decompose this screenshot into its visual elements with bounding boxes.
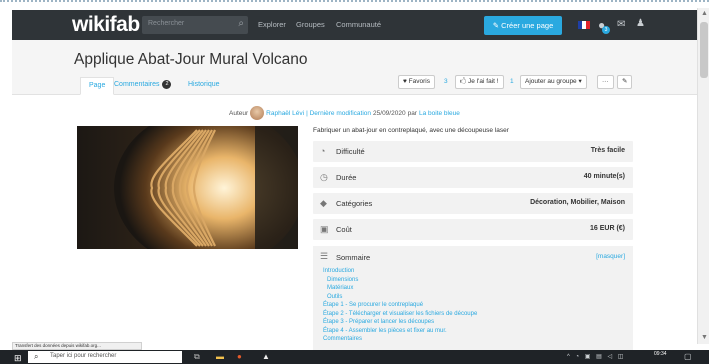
- create-page-button[interactable]: ✎ Créer une page: [484, 16, 562, 35]
- author-prefix: Auteur: [229, 109, 249, 117]
- nav-communaute[interactable]: Communauté: [336, 20, 381, 29]
- taskbar-search-icon: ⌕: [34, 352, 39, 361]
- windows-start-icon[interactable]: ⊞: [14, 353, 22, 364]
- duration-row: ◷ Durée 40 minute(s): [313, 167, 633, 188]
- description-text: Fabriquer un abat-jour en contreplaqué, …: [313, 127, 509, 134]
- scrollbar-thumb[interactable]: [700, 22, 708, 78]
- toc-list: Introduction Dimensions Matériaux Outils…: [323, 267, 477, 344]
- categories-label: Catégories: [336, 199, 373, 208]
- difficulty-label: Difficulté: [336, 147, 365, 156]
- cost-row: ▣ Coût 16 EUR (€): [313, 219, 633, 240]
- toc-item[interactable]: Introduction: [323, 267, 477, 276]
- window-top-border: [0, 0, 709, 8]
- cost-label: Coût: [336, 225, 352, 234]
- user-icon[interactable]: ♟: [636, 18, 645, 29]
- nav-groupes[interactable]: Groupes: [296, 20, 325, 29]
- notification-icon[interactable]: ● 3: [598, 18, 610, 34]
- duration-value: 40 minute(s): [583, 173, 625, 180]
- mail-icon[interactable]: ✉: [617, 19, 625, 30]
- page-title: Applique Abat-Jour Mural Volcano: [74, 51, 308, 68]
- tag-icon: ◆: [320, 198, 327, 208]
- search-input[interactable]: Rechercher ⌕: [142, 16, 248, 34]
- firefox-icon[interactable]: ●: [237, 352, 242, 362]
- scroll-up-icon[interactable]: ▲: [701, 10, 708, 18]
- tab-comments-label: Commentaires: [114, 81, 160, 88]
- cost-value: 16 EUR (€): [589, 225, 625, 232]
- author-line: Auteur Raphaël Lévi | Dernière modificat…: [229, 106, 460, 120]
- edit-button[interactable]: ✎: [617, 75, 633, 89]
- toc-item[interactable]: Étape 4 - Assembler les pièces et fixer …: [323, 327, 477, 336]
- modified-by-label: par: [407, 109, 417, 117]
- comments-count-badge: 2: [162, 79, 172, 89]
- add-to-group-button[interactable]: Ajouter au groupe ▾: [520, 75, 587, 89]
- list-icon: ☰: [320, 251, 329, 261]
- notification-badge: 3: [602, 26, 610, 34]
- table-of-contents: ☰ Sommaire [masquer] Introduction Dimens…: [313, 246, 633, 352]
- site-logo[interactable]: wikifab: [72, 13, 140, 37]
- search-placeholder: Rechercher: [148, 20, 185, 27]
- author-name-link[interactable]: Raphaël Lévi: [266, 110, 304, 117]
- toc-item[interactable]: Étape 1 - Se procurer le contreplaqué: [323, 301, 477, 310]
- toc-item[interactable]: Dimensions: [323, 276, 477, 285]
- categories-row: ◆ Catégories Décoration, Mobilier, Maiso…: [313, 193, 633, 214]
- task-view-icon[interactable]: ⧉: [194, 352, 200, 362]
- taskbar-clock[interactable]: 09:34: [654, 351, 667, 357]
- scroll-down-icon[interactable]: ▼: [701, 334, 708, 342]
- taskbar-app-icon[interactable]: ▲: [262, 352, 270, 362]
- toc-item[interactable]: Outils: [323, 293, 477, 302]
- main-photo[interactable]: [77, 126, 298, 249]
- categories-value: Décoration, Mobilier, Maison: [530, 199, 625, 206]
- favorites-button[interactable]: ♥ Favoris: [398, 75, 435, 89]
- toc-item[interactable]: Étape 3 - Préparer et lancer les découpe…: [323, 318, 477, 327]
- last-modified-label[interactable]: | Dernière modification: [306, 110, 371, 117]
- tab-comments[interactable]: Commentaires 2: [106, 77, 179, 95]
- favorites-count: 3: [444, 78, 448, 85]
- last-modified-date: 25/09/2020: [373, 109, 406, 117]
- system-tray-icons[interactable]: ^ ◔ ▣ ▤ ◁ ◫: [567, 353, 625, 360]
- search-icon[interactable]: ⌕: [238, 18, 244, 29]
- author-avatar[interactable]: [250, 106, 265, 120]
- french-flag-icon[interactable]: [578, 21, 590, 29]
- toc-hide-link[interactable]: [masquer]: [596, 253, 625, 260]
- page-header: Applique Abat-Jour Mural Volcano Page Co…: [12, 40, 697, 95]
- toc-item[interactable]: Étape 2 - Télécharger et visualiser les …: [323, 310, 477, 319]
- file-explorer-icon[interactable]: ▬: [216, 352, 224, 362]
- browser-status-bar: Transfert des données depuis wikifab.org…: [12, 342, 142, 350]
- gauge-icon: ◔: [320, 146, 326, 156]
- tab-history[interactable]: Historique: [180, 77, 228, 95]
- made-it-count: 1: [510, 78, 514, 85]
- taskbar-search[interactable]: ⌕ Taper ici pour rechercher: [28, 351, 182, 363]
- action-center-icon[interactable]: ▢: [684, 352, 692, 361]
- made-it-button[interactable]: 🖒 Je l'ai fait !: [455, 75, 504, 89]
- top-navbar: wikifab Rechercher ⌕ Explorer Groupes Co…: [12, 10, 697, 40]
- difficulty-row: ◔ Difficulté Très facile: [313, 141, 633, 162]
- clock-icon: ◷: [320, 172, 328, 182]
- more-button[interactable]: ···: [597, 75, 614, 89]
- difficulty-value: Très facile: [590, 147, 625, 154]
- toc-title: Sommaire: [336, 253, 371, 262]
- modifier-link[interactable]: La boite bleue: [419, 110, 460, 117]
- duration-label: Durée: [336, 173, 357, 182]
- toc-item[interactable]: Commentaires: [323, 335, 477, 344]
- windows-taskbar: ⊞ ⌕ Taper ici pour rechercher ⧉ ▬ ● ▲ ^ …: [0, 350, 709, 364]
- lamp-illustration: [77, 126, 298, 249]
- money-icon: ▣: [320, 224, 329, 234]
- page-scrollbar[interactable]: ▲ ▼: [697, 8, 709, 344]
- taskbar-search-placeholder: Taper ici pour rechercher: [50, 353, 117, 359]
- nav-explorer[interactable]: Explorer: [258, 20, 286, 29]
- clock-time: 09:34: [654, 351, 667, 357]
- toc-item[interactable]: Matériaux: [323, 284, 477, 293]
